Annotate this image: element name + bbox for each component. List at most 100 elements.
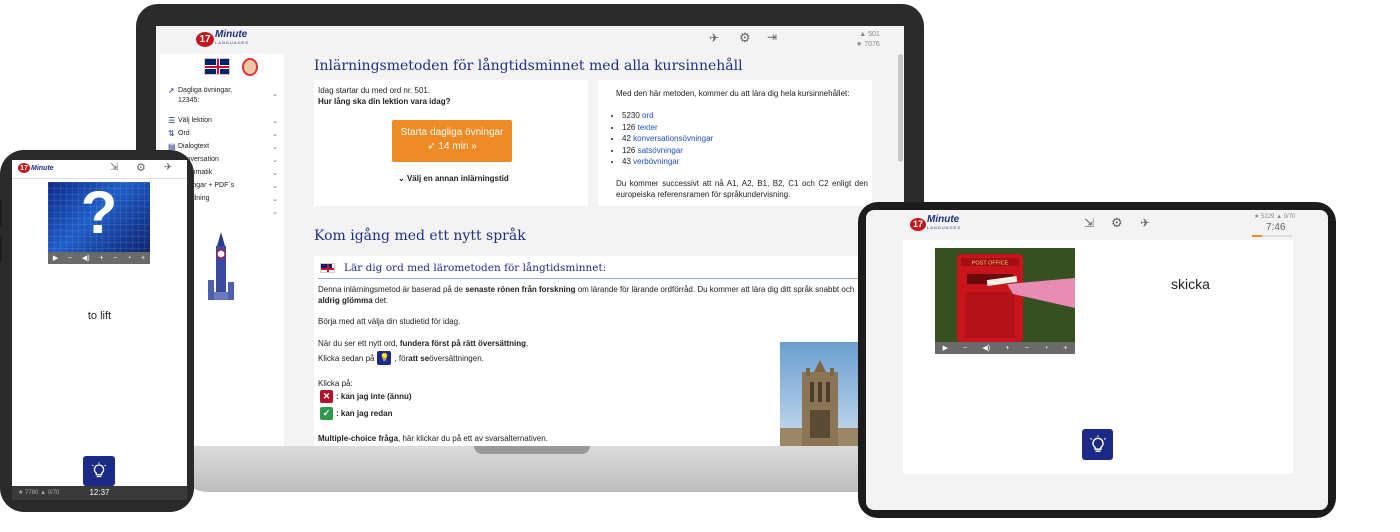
uk-flag-icon[interactable] xyxy=(204,58,230,75)
exit-icon[interactable]: ⇲ xyxy=(110,162,118,173)
rocket-icon: ➚ xyxy=(168,86,175,95)
play-icon[interactable]: ▶ xyxy=(943,344,948,352)
minus-icon[interactable]: − xyxy=(963,345,967,352)
question-mark: ? xyxy=(80,182,118,246)
laptop-screen: 17 Minute LANGUAGES ✈ ⚙ ⇥ ▲ 501 ★ 7076 ➚… xyxy=(156,26,904,446)
stats: ▲ 501 ★ 7076 xyxy=(856,31,880,48)
no-sound-icon[interactable]: ✈ xyxy=(164,162,172,173)
words-icon: ⇅ xyxy=(168,129,175,138)
chevron-down-icon: ⌄ xyxy=(272,91,278,98)
phone-side-button xyxy=(0,236,2,262)
subsection-title: Lär dig ord med lärometoden för långtids… xyxy=(344,262,607,274)
list-item: 42 konversationsövningar xyxy=(622,133,713,145)
minus-icon[interactable]: − xyxy=(113,255,117,262)
list-item: 126 texter xyxy=(622,122,713,134)
word-text: skicka xyxy=(1171,276,1210,292)
gear-icon[interactable]: ⚙ xyxy=(739,30,751,46)
chevron-down-icon: ⌄ xyxy=(272,117,278,125)
logout-icon[interactable]: ⇥ xyxy=(767,30,777,44)
list-item: 126 satsövningar xyxy=(622,145,713,157)
scrollbar[interactable] xyxy=(898,54,903,162)
lightbulb-icon xyxy=(91,462,107,478)
chevron-down-icon: ⌄ xyxy=(272,143,278,151)
speed-icon[interactable]: ◔ xyxy=(1044,345,1048,352)
start-card: Idag startar du med ord nr. 501. Hur lån… xyxy=(314,80,588,206)
chevron-down-icon: ⌄ xyxy=(272,130,278,138)
cross-icon: ✕ xyxy=(320,390,333,403)
think-paragraph: När du ser ett nytt ord, fundera först p… xyxy=(318,339,529,348)
question-image: ? xyxy=(48,182,150,252)
list-item: 5230 ord xyxy=(622,110,713,122)
reveal-button[interactable] xyxy=(83,456,115,486)
plus-icon[interactable]: + xyxy=(99,255,103,262)
westminster-photo xyxy=(780,342,860,446)
click-paragraph: Klicka sedan på 💡 , för att se översättn… xyxy=(318,351,484,365)
page-title: Inlärningsmetoden för långtidsminnet med… xyxy=(314,58,743,74)
content-list: 5230 ord 126 texter 42 konversationsövni… xyxy=(612,110,713,168)
divider xyxy=(318,278,860,279)
flashcard: POST OFFICE ▶ − ◀) + − ◔ + skicka xyxy=(903,240,1293,474)
big-ben-illustration xyxy=(208,232,234,300)
volume-icon[interactable]: ◀) xyxy=(82,254,90,262)
intro-paragraph: Denna inlärningsmetod är baserad på de s… xyxy=(318,285,855,305)
play-icon[interactable]: ▶ xyxy=(53,254,58,262)
volume-icon[interactable]: ◀) xyxy=(982,344,990,352)
sidebar-item-daily[interactable]: ➚ Dagliga övningar, 12345: ⌄ xyxy=(168,86,278,106)
plus-icon[interactable]: + xyxy=(1005,345,1009,352)
svg-text:POST OFFICE: POST OFFICE xyxy=(972,261,1009,267)
timer-progress xyxy=(1252,235,1292,237)
sidebar-item-lesson[interactable]: ☰ Välj lektion ⌄ xyxy=(168,116,278,125)
chevron-down-icon: ⌄ xyxy=(272,182,278,190)
sidebar-item-words[interactable]: ⇅ Ord ⌄ xyxy=(168,129,278,138)
section-title: Kom igång med ett nytt språk xyxy=(314,228,526,244)
lightbulb-icon xyxy=(1089,434,1106,452)
chevron-down-icon: ⌄ xyxy=(272,169,278,177)
plus-icon[interactable]: + xyxy=(141,255,145,262)
rocket-icon: ➶ xyxy=(427,141,436,152)
logo[interactable]: 17 Minute LANGUAGES xyxy=(196,30,249,47)
chevron-down-icon: ⌄ xyxy=(272,208,278,216)
divider xyxy=(12,178,187,179)
phone-screen: 17 Minute ⇲ ⚙ ✈ ? ▶ − ◀) + − ◔ + to lift xyxy=(12,160,187,500)
logo[interactable]: 17 Minute xyxy=(18,163,54,173)
logo[interactable]: 17 Minute LANGUAGES xyxy=(910,215,961,232)
start-daily-button[interactable]: Starta dagliga övningar ➶ 14 min » xyxy=(392,120,512,162)
uk-flag-icon xyxy=(320,263,335,273)
gear-icon[interactable]: ⚙ xyxy=(136,161,146,174)
plus-icon[interactable]: + xyxy=(1063,345,1067,352)
phone-side-button xyxy=(0,200,2,226)
sidebar-item-dialog[interactable]: ▤ Dialogtext ⌄ xyxy=(168,142,278,151)
list-icon: ☰ xyxy=(168,116,176,125)
choose-time-link[interactable]: ⌄ Välj en annan inlärningstid xyxy=(398,173,509,184)
tablet-screen: 17 Minute LANGUAGES ⇲ ⚙ ✈ ★ 5229 ▲ 0/70 … xyxy=(866,210,1328,510)
tablet-stats: ★ 5229 ▲ 0/70 xyxy=(1254,214,1296,220)
lightbulb-icon: 💡 xyxy=(377,351,392,365)
chevron-down-icon: ⌄ xyxy=(398,174,405,183)
check-icon: ✓ xyxy=(320,407,333,420)
reveal-button[interactable] xyxy=(1082,429,1113,460)
not-yet-row: ✕ : kan jag inte (ännu) xyxy=(320,390,412,403)
no-sound-icon[interactable]: ✈ xyxy=(709,31,719,45)
timer: 12:37 xyxy=(89,488,110,497)
media-controls: ▶ − ◀) + − ◔ + xyxy=(48,252,150,264)
no-sound-icon[interactable]: ✈ xyxy=(1140,216,1150,230)
top-bar: 17 Minute LANGUAGES ✈ ⚙ ⇥ ▲ 501 ★ 7076 xyxy=(156,26,904,52)
chevron-down-icon: ⌄ xyxy=(272,156,278,164)
post-office-photo: POST OFFICE xyxy=(935,248,1075,342)
avatar[interactable] xyxy=(242,58,258,76)
speed-icon[interactable]: ◔ xyxy=(127,255,131,262)
gear-icon[interactable]: ⚙ xyxy=(1111,215,1123,231)
method-card: Lär dig ord med lärometoden för långtids… xyxy=(314,256,904,446)
multiple-choice-paragraph: Multiple-choice fråga, här klickar du på… xyxy=(318,434,548,443)
word-text: to lift xyxy=(87,310,112,322)
minus-icon[interactable]: − xyxy=(1025,345,1029,352)
timer: 7:46 xyxy=(1266,222,1286,233)
know-it-row: ✓ : kan jag redan xyxy=(320,407,392,420)
media-controls: ▶ − ◀) + − ◔ + xyxy=(935,342,1075,354)
list-item: 43 verbövningar xyxy=(622,156,713,168)
phone-status-bar: ★ 7780 ▲ 0/70 12:37 xyxy=(12,486,187,500)
minus-icon[interactable]: − xyxy=(68,255,72,262)
course-content-card: Med den här metoden, kommer du att lära … xyxy=(598,80,872,206)
exit-icon[interactable]: ⇲ xyxy=(1084,216,1094,230)
chevron-down-icon: ⌄ xyxy=(272,195,278,203)
